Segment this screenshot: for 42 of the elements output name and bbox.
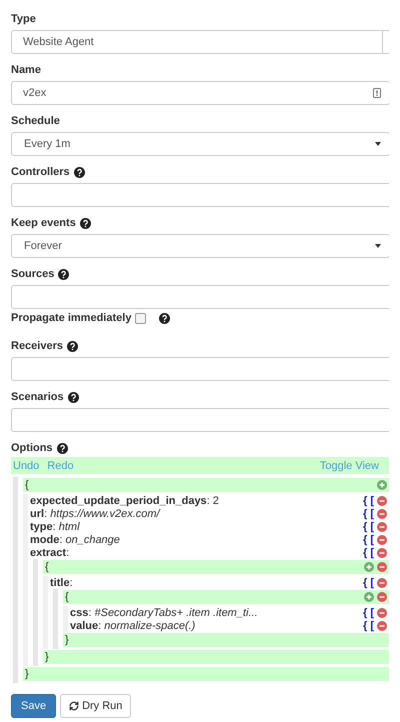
convert-link[interactable]: { [ [363, 534, 374, 546]
field-label: Scenarios [11, 391, 64, 403]
field-label: Keep events [11, 217, 76, 229]
type-select[interactable]: Website Agent [11, 30, 389, 54]
convert-link[interactable]: { [ [363, 576, 374, 588]
json-entry: mode: on_change [30, 534, 121, 546]
field-label: Name [11, 64, 41, 76]
close-brace: } [25, 668, 29, 680]
json-entry: extract: [30, 546, 70, 558]
close-brace: } [45, 651, 49, 663]
convert-link[interactable]: { [ [363, 520, 374, 532]
save-button[interactable]: Save [11, 694, 56, 718]
open-brace: { [65, 591, 69, 603]
json-entry: title: [50, 576, 74, 588]
json-entry: value: normalize-space(.) [70, 620, 196, 632]
json-entry: expected_update_period_in_days: 2 [30, 494, 220, 506]
convert-link[interactable]: { [ [363, 546, 374, 558]
select-value: Website Agent [22, 36, 95, 48]
input-value: v2ex [22, 87, 48, 99]
field-label: Controllers [11, 166, 70, 178]
open-brace: { [45, 561, 49, 573]
field-label: Options [11, 442, 53, 454]
convert-link[interactable]: { [ [363, 508, 374, 520]
open-brace: { [25, 479, 29, 491]
select-value: Every 1m [23, 138, 72, 150]
json-entry: css: #SecondaryTabs+ .item .item_ti... [70, 606, 259, 618]
json-entry: url: https://www.v2ex.com/ [30, 508, 162, 520]
checkbox-label: Propagate immediately [11, 312, 132, 324]
select-value: Forever [23, 240, 63, 252]
field-label: Receivers [11, 340, 63, 352]
field-label: Schedule [11, 115, 60, 127]
close-brace: } [65, 634, 69, 646]
field-label: Type [11, 13, 36, 25]
convert-link[interactable]: { [ [363, 606, 374, 618]
name-input[interactable]: v2ex [11, 81, 389, 105]
select-field[interactable]: Every 1m [11, 132, 389, 156]
field-label: Sources [11, 268, 54, 280]
select-field[interactable]: Forever [11, 234, 389, 258]
dry-run-button[interactable]: Dry Run [60, 694, 132, 718]
convert-link[interactable]: { [ [363, 620, 374, 632]
convert-link[interactable]: { [ [363, 494, 374, 506]
json-entry: type: html [30, 520, 81, 532]
